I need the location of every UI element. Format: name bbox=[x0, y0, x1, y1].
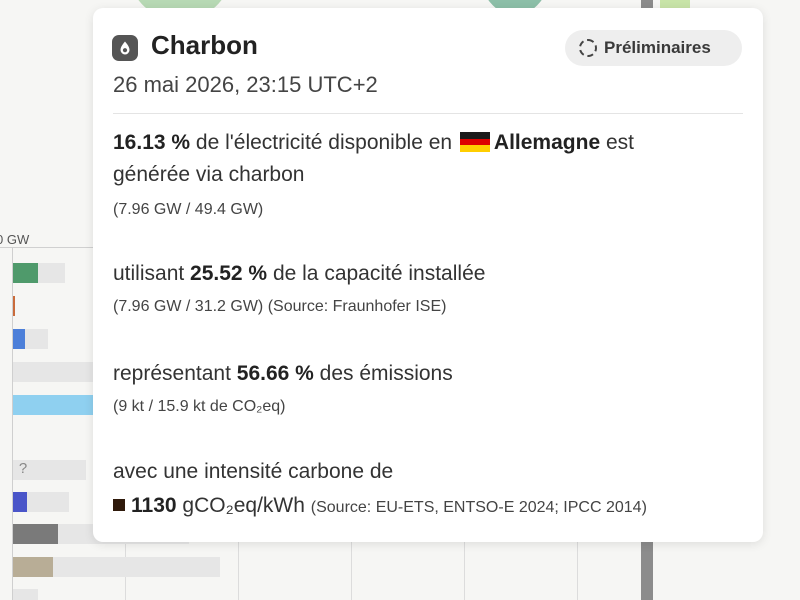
tooltip-title: Charbon bbox=[151, 30, 258, 60]
chart-bar[interactable] bbox=[13, 395, 93, 415]
chart-bar[interactable] bbox=[13, 557, 53, 577]
unknown-value-marker: ? bbox=[18, 460, 28, 477]
country-name: Allemagne bbox=[493, 131, 601, 154]
intensity-line: 1130 gCO₂eq/kWh (Source: EU-ETS, ENTSO-E… bbox=[113, 494, 647, 518]
badge-label: Préliminaires bbox=[604, 38, 711, 57]
chart-bar[interactable] bbox=[13, 329, 25, 349]
coal-icon bbox=[112, 35, 138, 61]
chart-bar[interactable] bbox=[13, 296, 15, 316]
intensity-label: avec une intensité carbone de bbox=[113, 460, 394, 483]
divider bbox=[113, 113, 743, 114]
tooltip-datetime: 26 mai 2026, 23:15 UTC+2 bbox=[113, 72, 378, 97]
chart-bar-track bbox=[13, 362, 93, 382]
capacity-suffix: de la capacité installée bbox=[272, 262, 486, 285]
emissions-suffix: des émissions bbox=[319, 362, 453, 385]
emissions-line: représentant 56.66 % des émissions bbox=[113, 362, 453, 386]
capacity-detail: (7.96 GW / 31.2 GW) (Source: Fraunhofer … bbox=[113, 298, 447, 315]
share-value: 16.13 % bbox=[113, 131, 191, 154]
share-text-end: est bbox=[605, 131, 634, 154]
emissions-prefix: représentant bbox=[113, 362, 231, 385]
intensity-value: 1130 bbox=[131, 494, 177, 517]
dashed-circle-icon bbox=[579, 39, 597, 57]
axis-tick-label: 0 GW bbox=[0, 232, 30, 247]
chart-bar[interactable] bbox=[13, 492, 27, 512]
share-line: 16.13 % de l'électricité disponible en A… bbox=[113, 131, 634, 155]
intensity-unit: gCO₂eq/kWh bbox=[182, 494, 305, 517]
share-detail: (7.96 GW / 49.4 GW) bbox=[113, 201, 264, 218]
coal-color-swatch bbox=[113, 499, 125, 511]
chart-bar[interactable] bbox=[13, 263, 38, 283]
emissions-detail: (9 kt / 15.9 kt de CO₂eq) bbox=[113, 398, 286, 415]
production-tooltip: Charbon 26 mai 2026, 23:15 UTC+2 Prélimi… bbox=[93, 8, 763, 542]
emissions-value: 56.66 % bbox=[236, 362, 314, 385]
preliminary-badge[interactable]: Préliminaires bbox=[565, 30, 742, 66]
capacity-prefix: utilisant bbox=[113, 262, 185, 285]
capacity-value: 25.52 % bbox=[190, 262, 268, 285]
germany-flag-icon bbox=[459, 132, 490, 152]
share-line-2: générée via charbon bbox=[113, 163, 305, 186]
map-background: 0 GW ? Charbon 26 mai 2026, 23:15 UTC+2 … bbox=[0, 0, 800, 600]
chart-bar-track bbox=[13, 589, 38, 600]
chart-bar[interactable] bbox=[13, 524, 58, 544]
timeline-strip bbox=[641, 540, 653, 600]
intensity-source: (Source: EU-ETS, ENTSO-E 2024; IPCC 2014… bbox=[310, 499, 647, 516]
capacity-line: utilisant 25.52 % de la capacité install… bbox=[113, 262, 485, 286]
share-text: de l'électricité disponible en bbox=[195, 131, 453, 154]
